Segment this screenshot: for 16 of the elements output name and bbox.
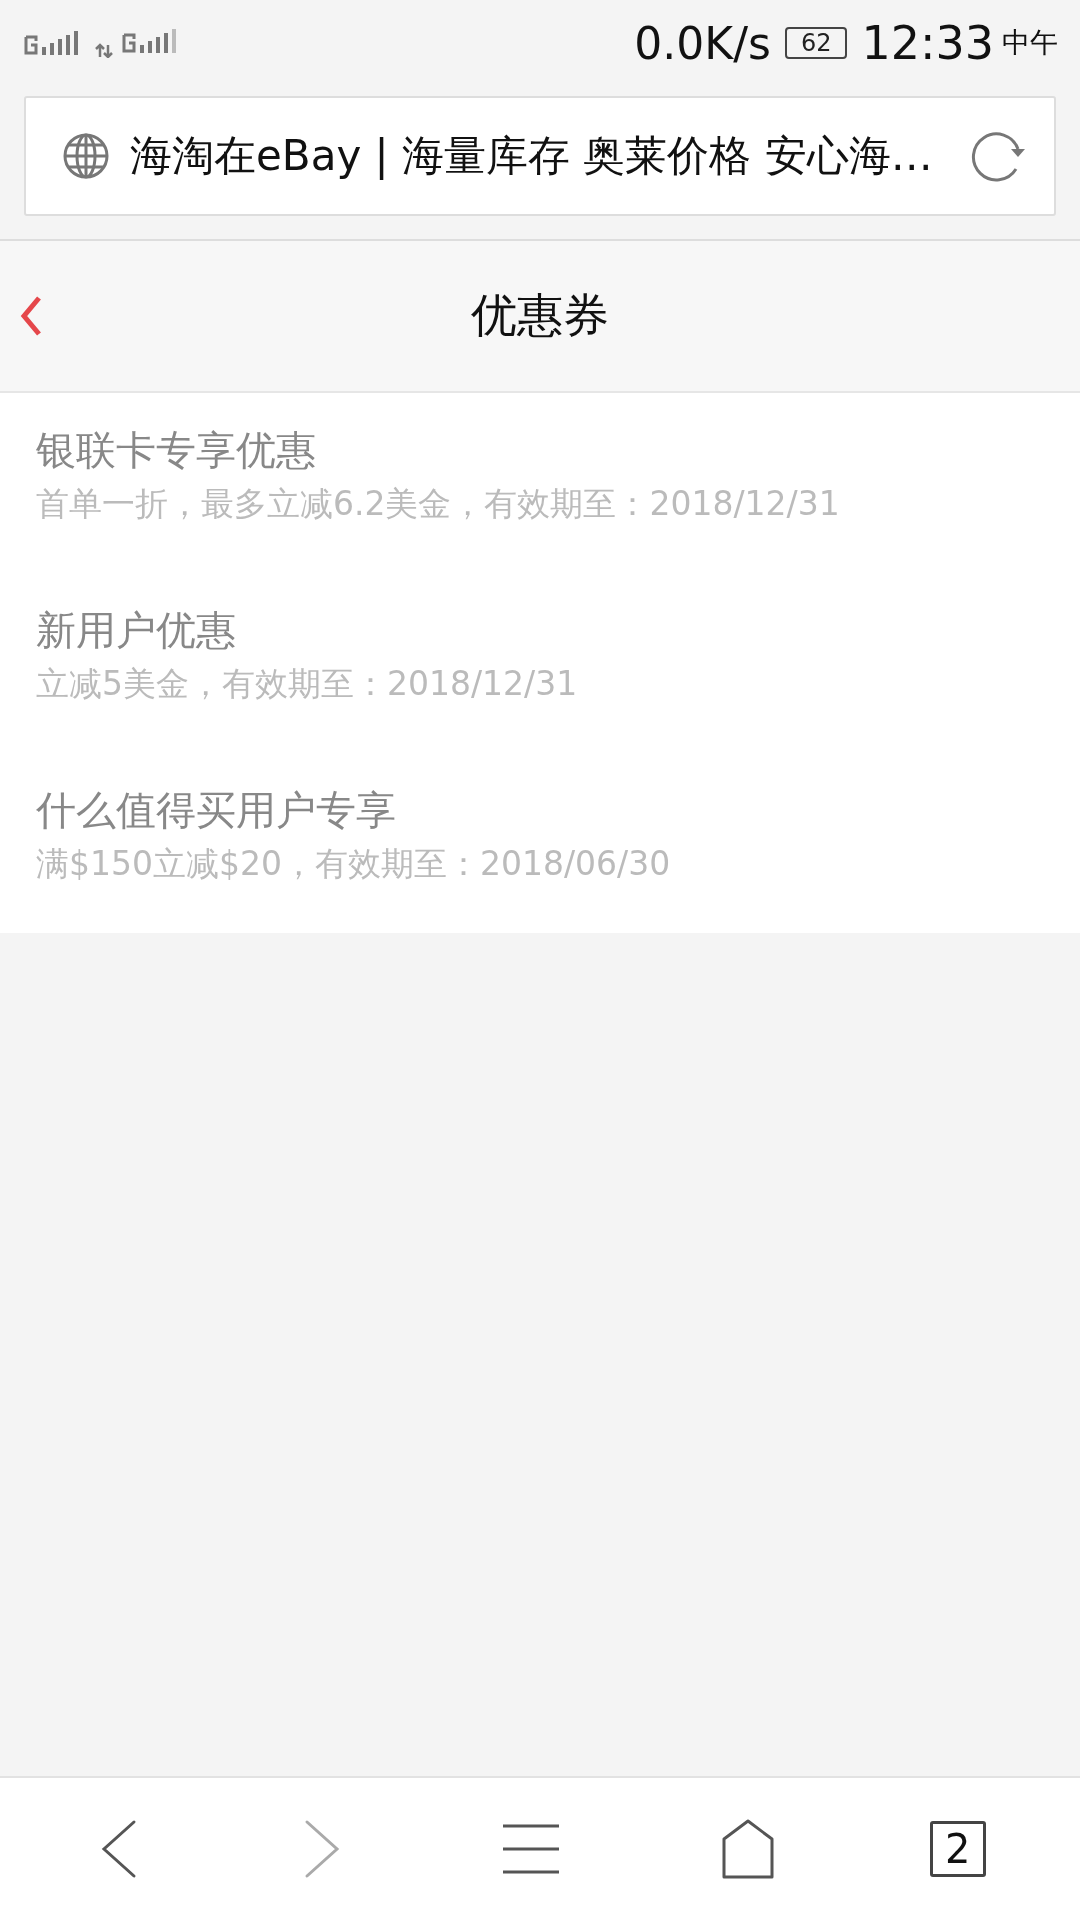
- back-icon[interactable]: [20, 295, 42, 337]
- page-heading: 优惠券: [471, 287, 609, 344]
- battery-icon: 62: [784, 27, 848, 59]
- network-speed: 0.0K/s: [634, 17, 771, 69]
- refresh-icon[interactable]: [970, 129, 1026, 183]
- globe-icon: [62, 132, 110, 180]
- signal-icon: [94, 28, 178, 58]
- page-title: 海淘在eBay | 海量库存 奥莱价格 安心海…: [130, 130, 934, 182]
- coupon-item[interactable]: 新用户优惠 立减5美金，有效期至：2018/12/31: [0, 573, 1080, 753]
- address-bar[interactable]: 海淘在eBay | 海量库存 奥莱价格 安心海…: [24, 96, 1056, 216]
- clock-time: 12:33: [861, 16, 994, 70]
- signal-icon: [24, 30, 80, 56]
- coupon-item[interactable]: 什么值得买用户专享 满$150立减$20，有效期至：2018/06/30: [0, 753, 1080, 933]
- coupon-item[interactable]: 银联卡专享优惠 首单一折，最多立减6.2美金，有效期至：2018/12/31: [0, 393, 1080, 573]
- clock-period: 中午: [1002, 25, 1058, 61]
- tabs-button[interactable]: 2: [929, 1821, 986, 1877]
